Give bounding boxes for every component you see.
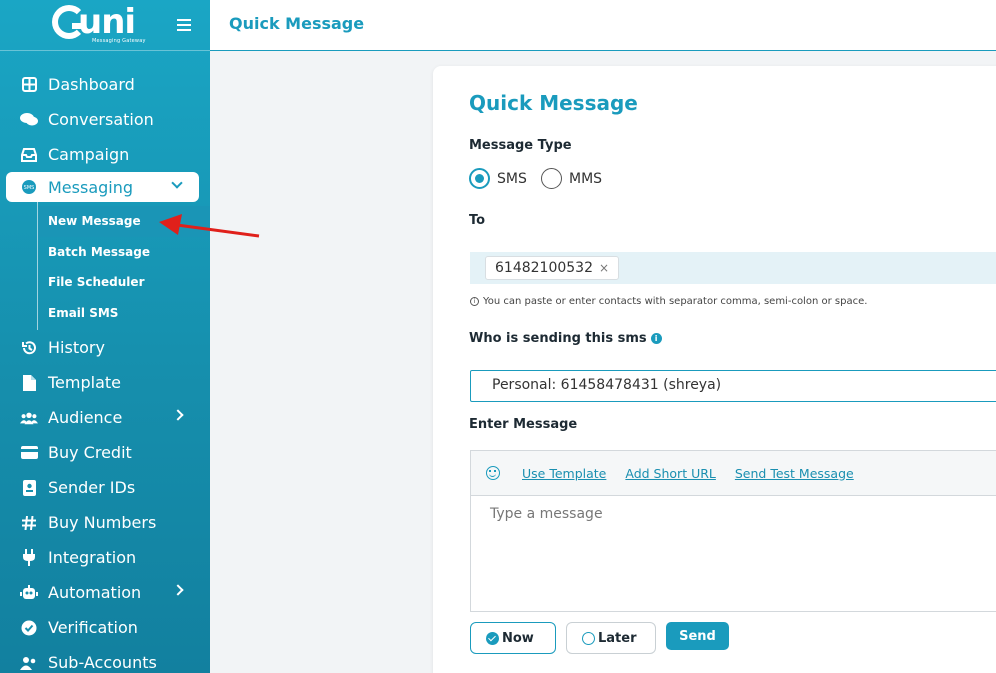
sidebar-item-history[interactable]: History	[0, 330, 210, 365]
option-label: Later	[598, 630, 637, 646]
sidebar-item-template[interactable]: Template	[0, 365, 210, 400]
sidebar-item-integration[interactable]: Integration	[0, 540, 210, 575]
sms-icon: SMS	[20, 178, 38, 196]
sidebar-nav: Dashboard Conversation Campaign SMS Mess…	[0, 67, 210, 673]
annotation-arrow	[159, 214, 260, 238]
send-now-option[interactable]: Now	[470, 622, 556, 654]
sidebar-item-label: History	[48, 338, 105, 357]
message-label: Enter Message	[469, 417, 578, 432]
chevron-down-icon	[171, 177, 183, 189]
radio-selected-icon	[469, 168, 490, 189]
recipient-chip[interactable]: 61482100532 ×	[485, 256, 620, 280]
chevron-right-icon	[172, 409, 184, 421]
sidebar-item-label: Conversation	[48, 110, 154, 129]
chat-icon	[20, 111, 38, 129]
submenu-item-file-scheduler[interactable]: File Scheduler	[38, 267, 210, 298]
sidebar-item-label: Sub-Accounts	[48, 653, 157, 672]
sender-select[interactable]: Personal: 61458478431 (shreya)	[470, 370, 996, 402]
accounts-icon	[20, 654, 38, 672]
recipient-input[interactable]: 61482100532 ×	[470, 252, 996, 284]
sidebar-item-label: Campaign	[48, 145, 130, 164]
add-short-url-link[interactable]: Add Short URL	[625, 466, 716, 481]
sidebar-item-conversation[interactable]: Conversation	[0, 102, 210, 137]
svg-text:SMS: SMS	[24, 185, 35, 191]
page-title: Quick Message	[229, 14, 365, 33]
card-title: Quick Message	[469, 91, 638, 115]
users-icon	[20, 409, 38, 427]
submenu-item-email-sms[interactable]: Email SMS	[38, 298, 210, 329]
info-icon[interactable]: i	[650, 333, 662, 344]
chip-label: 61482100532	[495, 260, 593, 276]
sender-label-text: Who is sending this sms	[469, 331, 647, 346]
file-icon	[20, 374, 38, 392]
radio-label: MMS	[569, 170, 603, 187]
send-button[interactable]: Send	[666, 622, 729, 650]
sidebar-item-label: Integration	[48, 548, 137, 567]
message-textarea[interactable]: Type a message	[490, 506, 996, 522]
radio-unselected-icon	[541, 168, 562, 189]
message-toolbar: Use Template Add Short URL Send Test Mes…	[471, 451, 996, 496]
sidebar-item-label: Template	[48, 373, 122, 392]
check-icon	[486, 631, 499, 645]
sender-label: Who is sending this sms i	[469, 331, 662, 346]
brand-bar: uni Messaging Gateway	[0, 0, 210, 51]
remove-chip-icon[interactable]: ×	[599, 261, 609, 275]
top-bar: Quick Message	[210, 0, 996, 51]
sidebar-item-label: Messaging	[48, 177, 134, 197]
emoji-icon[interactable]	[486, 466, 500, 480]
recipient-hint: i You can paste or enter contacts with s…	[470, 296, 867, 307]
sidebar-item-verification[interactable]: Verification	[0, 610, 210, 645]
logo-tagline: Messaging Gateway	[92, 38, 146, 44]
use-template-link[interactable]: Use Template	[522, 466, 606, 481]
sidebar-item-label: Audience	[48, 408, 123, 427]
check-circle-icon	[20, 619, 38, 637]
sidebar-item-label: Buy Credit	[48, 443, 132, 462]
send-test-message-link[interactable]: Send Test Message	[735, 466, 854, 481]
sidebar-item-buy-numbers[interactable]: Buy Numbers	[0, 505, 210, 540]
sidebar-item-sender-ids[interactable]: Sender IDs	[0, 470, 210, 505]
id-badge-icon	[20, 479, 38, 497]
to-label: To	[469, 213, 486, 228]
sidebar-item-automation[interactable]: Automation	[0, 575, 210, 610]
hash-icon	[20, 514, 38, 532]
chevron-right-icon	[172, 584, 184, 596]
logo[interactable]: uni Messaging Gateway	[52, 3, 154, 47]
radio-label: SMS	[497, 170, 527, 187]
sidebar-item-sub-accounts[interactable]: Sub-Accounts	[0, 645, 210, 673]
radio-unselected-icon	[582, 631, 595, 645]
info-outline-icon: i	[470, 297, 479, 306]
plug-icon	[20, 549, 38, 567]
send-later-option[interactable]: Later	[566, 622, 656, 654]
sidebar-item-messaging[interactable]: SMS Messaging	[6, 172, 199, 202]
sidebar-item-label: Verification	[48, 618, 138, 637]
sidebar-item-label: Automation	[48, 583, 142, 602]
history-icon	[20, 339, 38, 357]
sidebar-item-buy-credit[interactable]: Buy Credit	[0, 435, 210, 470]
sidebar-item-campaign[interactable]: Campaign	[0, 137, 210, 172]
quick-message-card: Quick Message Message Type SMS MMS To 61…	[433, 66, 996, 673]
menu-toggle-icon[interactable]	[177, 19, 191, 31]
message-type-label: Message Type	[469, 138, 572, 153]
message-editor: Use Template Add Short URL Send Test Mes…	[470, 450, 996, 612]
sidebar-item-label: Buy Numbers	[48, 513, 157, 532]
hint-text: You can paste or enter contacts with sep…	[483, 296, 868, 307]
dashboard-icon	[20, 76, 38, 94]
inbox-icon	[20, 146, 38, 164]
radio-mms[interactable]: MMS	[541, 168, 602, 189]
sidebar-item-label: Sender IDs	[48, 478, 136, 497]
credit-card-icon	[20, 444, 38, 462]
sidebar-item-dashboard[interactable]: Dashboard	[0, 67, 210, 102]
logo-text: uni	[78, 2, 136, 42]
radio-sms[interactable]: SMS	[469, 168, 527, 189]
option-label: Now	[502, 630, 534, 646]
sidebar: uni Messaging Gateway Dashboard Conversa…	[0, 0, 210, 673]
robot-icon	[20, 584, 38, 602]
sidebar-item-label: Dashboard	[48, 75, 135, 94]
sidebar-item-audience[interactable]: Audience	[0, 400, 210, 435]
